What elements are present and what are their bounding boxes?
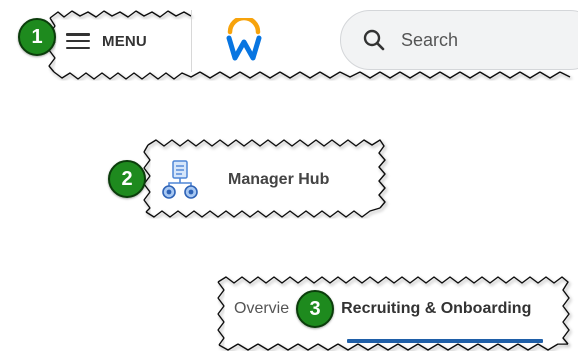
manager-hub-app-icon: [162, 160, 198, 199]
header-divider: [191, 10, 192, 72]
tab-overview[interactable]: Overvie: [234, 290, 289, 330]
tab-recruiting-onboarding[interactable]: Recruiting & Onboarding: [341, 290, 531, 330]
tab-bar: Overvie Recruiting & Onboarding: [234, 290, 531, 330]
manager-hub-app[interactable]: Manager Hub: [160, 156, 329, 204]
step-number: 2: [121, 167, 133, 190]
step-number: 1: [31, 25, 43, 48]
active-tab-indicator: [347, 339, 543, 343]
workday-logo-icon[interactable]: [224, 18, 264, 62]
search-icon: [363, 29, 385, 51]
search-placeholder: Search: [401, 29, 459, 50]
menu-label: MENU: [102, 32, 147, 50]
search-input[interactable]: Search: [340, 10, 578, 70]
step-badge-2: 2: [108, 160, 146, 198]
step-number: 3: [309, 297, 321, 320]
menu-button[interactable]: MENU: [66, 26, 147, 56]
manager-hub-label: Manager Hub: [228, 171, 330, 188]
step-badge-3: 3: [296, 290, 334, 328]
hamburger-icon: [66, 33, 90, 49]
step-badge-1: 1: [18, 18, 56, 56]
